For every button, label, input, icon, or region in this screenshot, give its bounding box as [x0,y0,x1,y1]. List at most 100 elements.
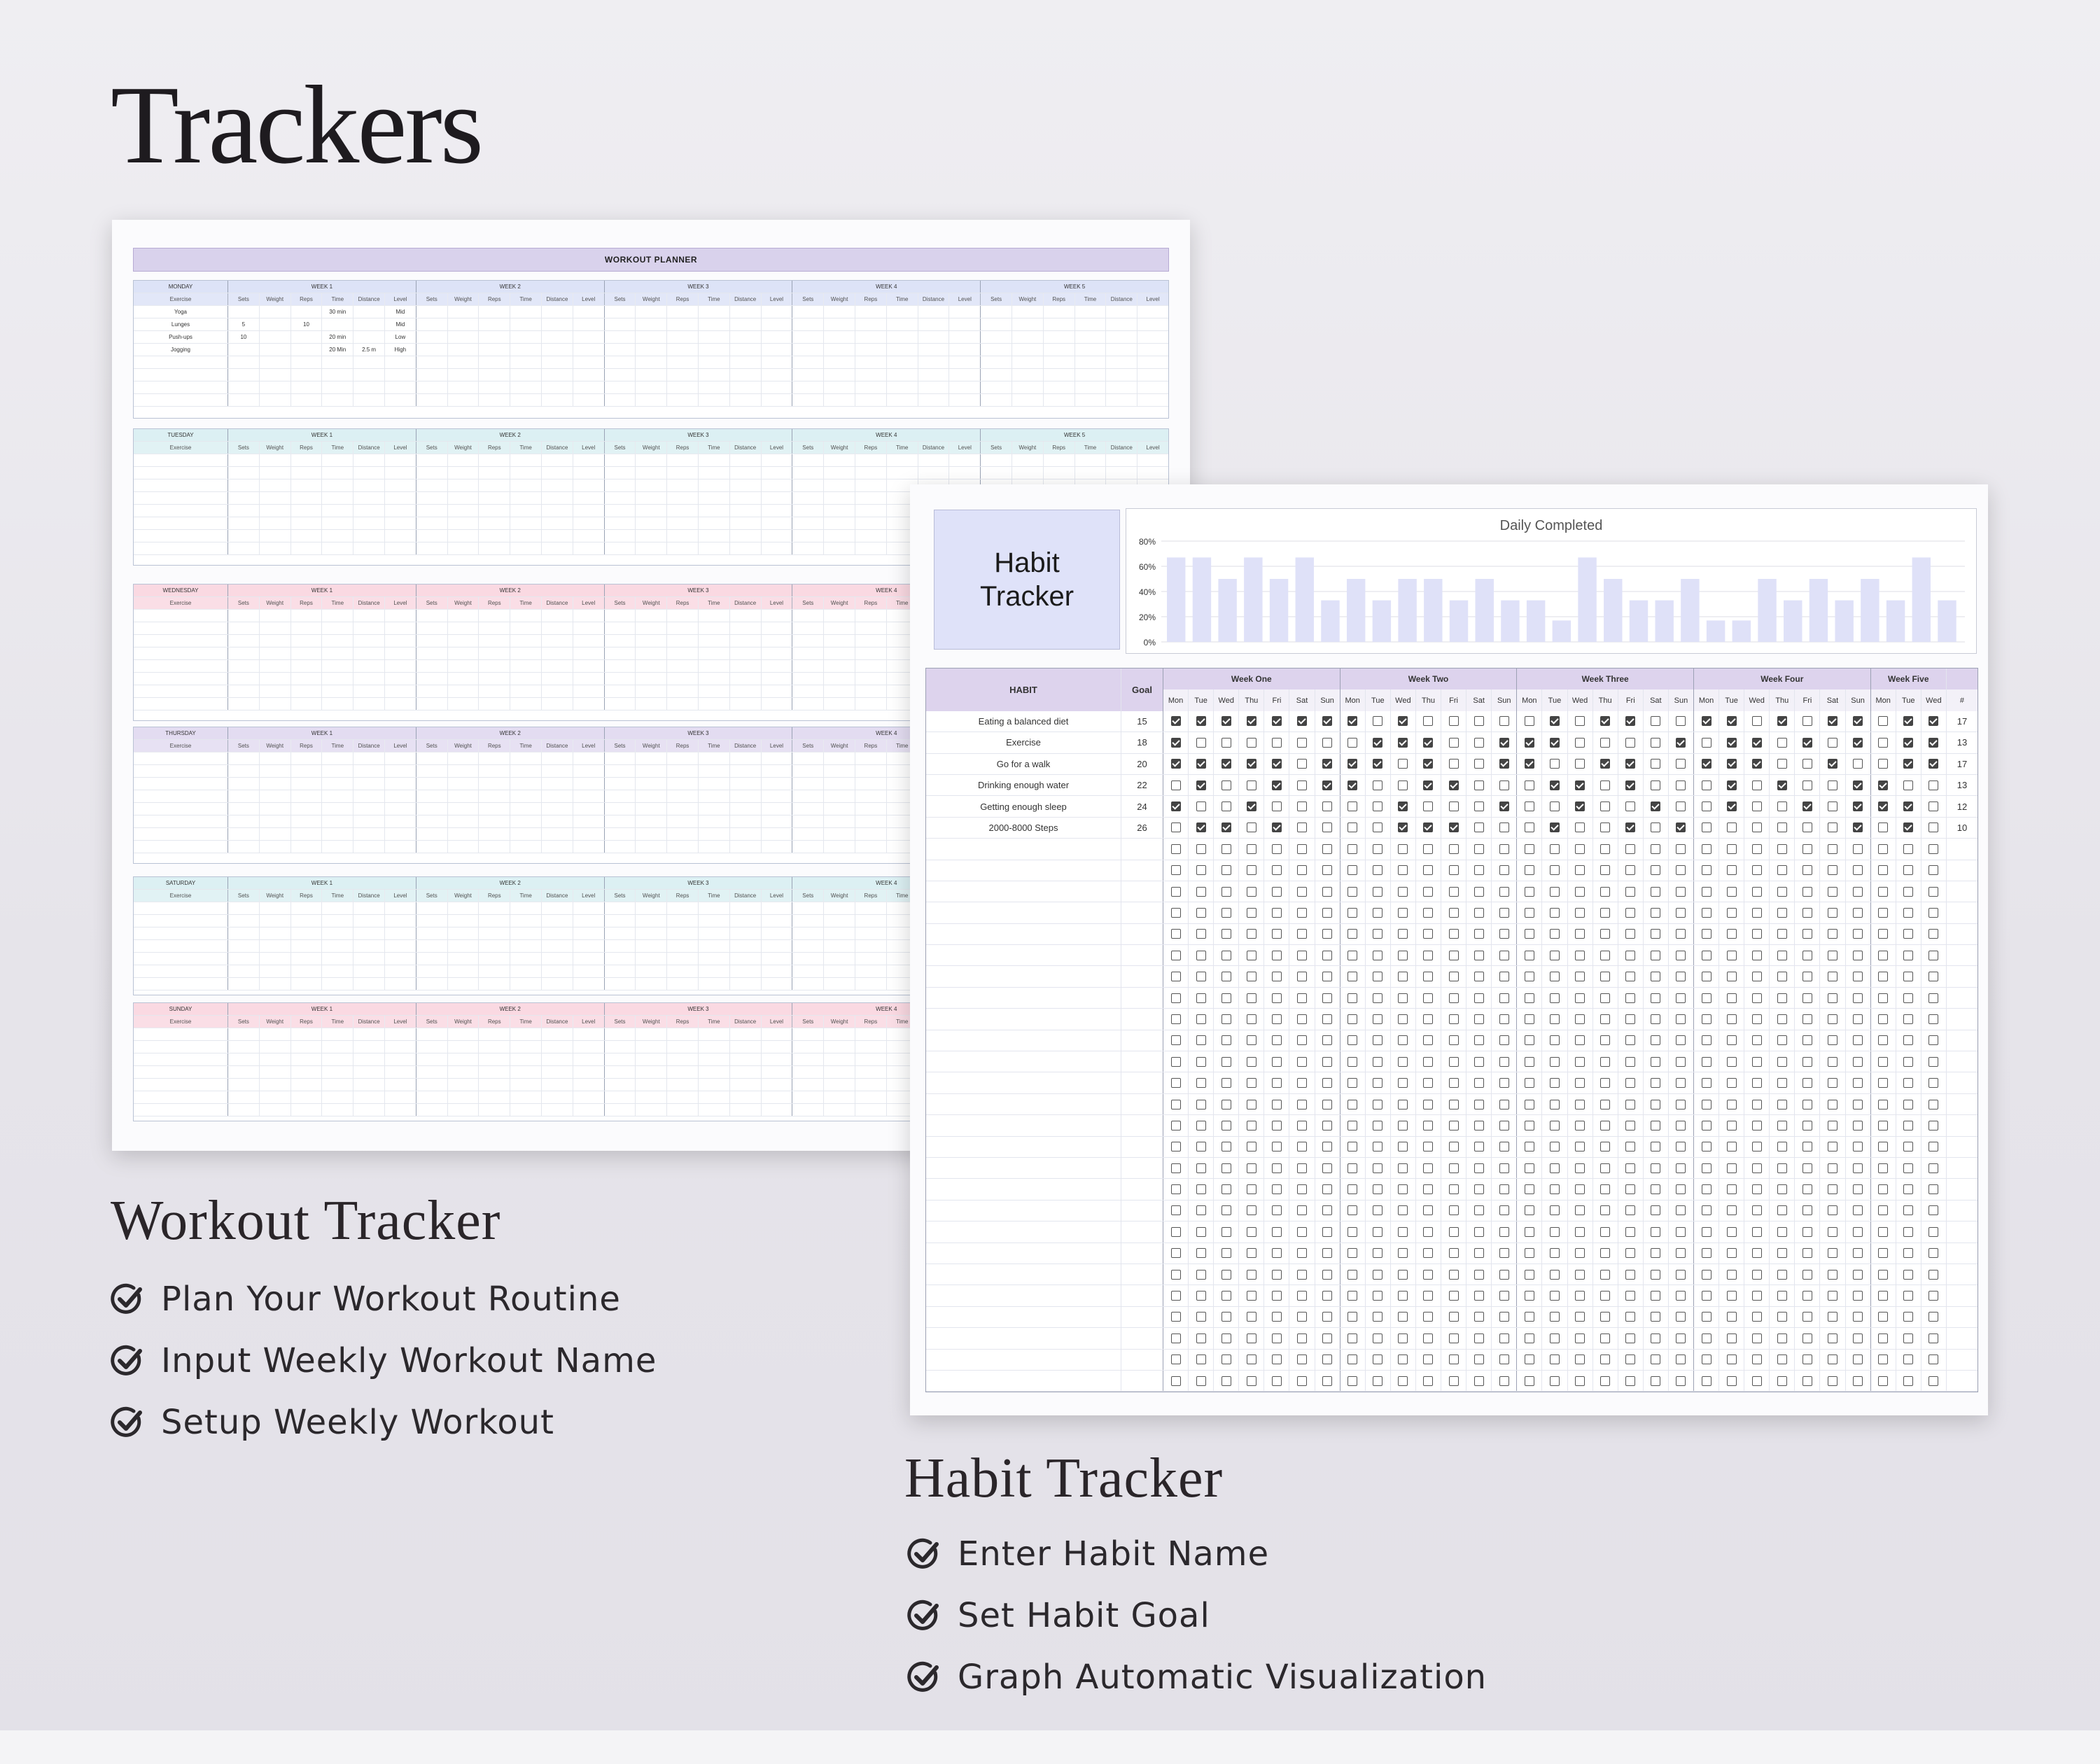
checkbox[interactable] [1398,1014,1408,1024]
exercise-cell[interactable] [447,965,479,977]
checkbox[interactable] [1246,929,1256,939]
exercise-cell[interactable] [1105,306,1137,318]
checkbox[interactable] [1575,1376,1586,1386]
checkbox[interactable] [1751,822,1762,833]
exercise-cell[interactable] [540,902,573,914]
exercise-cell[interactable] [854,505,886,517]
habit-name[interactable]: Drinking enough water [926,775,1121,795]
exercise-cell[interactable] [415,803,447,815]
exercise-cell[interactable] [321,965,353,977]
exercise-cell[interactable] [290,752,322,764]
exercise-cell[interactable] [697,517,729,529]
checkbox[interactable] [1575,802,1586,812]
checkbox[interactable] [1196,1120,1206,1130]
checkbox[interactable] [1575,865,1586,876]
checkbox[interactable] [1499,1205,1509,1216]
exercise-cell[interactable] [729,318,761,330]
habit-name[interactable] [926,1030,1121,1051]
checkbox[interactable] [1903,1312,1914,1322]
exercise-cell[interactable] [635,479,666,491]
checkbox[interactable] [1853,716,1863,727]
checkbox[interactable] [1448,1291,1459,1301]
checkbox[interactable] [1524,929,1534,939]
exercise-cell[interactable] [353,394,384,406]
checkbox[interactable] [1297,950,1308,960]
exercise-cell[interactable] [478,1104,510,1116]
checkbox[interactable] [1676,1056,1686,1067]
exercise-cell[interactable] [227,778,259,790]
checkbox[interactable] [1827,780,1837,790]
checkbox[interactable] [1802,1312,1812,1322]
checkbox[interactable] [1474,1142,1484,1152]
exercise-cell[interactable] [729,635,761,647]
checkbox[interactable] [1448,780,1459,790]
checkbox[interactable] [1373,886,1383,897]
checkbox[interactable] [1322,822,1333,833]
checkbox[interactable] [1726,1333,1737,1343]
exercise-cell[interactable] [321,1091,353,1103]
checkbox[interactable] [1726,844,1737,854]
habit-name[interactable] [926,1243,1121,1264]
exercise-cell[interactable] [510,610,541,622]
exercise-cell[interactable] [792,841,823,853]
checkbox[interactable] [1751,950,1762,960]
checkbox[interactable] [1878,716,1889,727]
exercise-cell[interactable] [540,318,573,330]
exercise-cell[interactable] [478,816,510,827]
exercise-cell[interactable] [823,318,855,330]
exercise-cell[interactable] [1074,356,1106,368]
checkbox[interactable] [1196,822,1206,833]
exercise-name[interactable] [134,1054,227,1065]
exercise-cell[interactable] [1137,318,1168,330]
checkbox[interactable] [1853,1120,1863,1130]
exercise-cell[interactable] [603,965,636,977]
exercise-cell[interactable] [384,765,416,777]
checkbox[interactable] [1928,780,1939,790]
checkbox[interactable] [1625,1312,1636,1322]
checkbox[interactable] [1878,908,1889,918]
exercise-cell[interactable] [447,344,479,356]
checkbox[interactable] [1751,802,1762,812]
exercise-cell[interactable] [510,306,541,318]
checkbox[interactable] [1777,1142,1787,1152]
checkbox[interactable] [1348,1376,1358,1386]
exercise-cell[interactable] [635,828,666,840]
exercise-cell[interactable] [792,1041,823,1053]
exercise-cell[interactable] [760,344,792,356]
exercise-cell[interactable] [321,1041,353,1053]
exercise-cell[interactable] [540,530,573,542]
checkbox[interactable] [1271,1226,1282,1237]
exercise-cell[interactable] [729,1104,761,1116]
exercise-cell[interactable] [635,492,666,504]
exercise-cell[interactable] [666,660,698,672]
checkbox[interactable] [1271,1376,1282,1386]
checkbox[interactable] [1398,929,1408,939]
exercise-cell[interactable] [290,530,322,542]
exercise-cell[interactable] [572,1104,604,1116]
exercise-cell[interactable] [948,306,980,318]
exercise-cell[interactable] [353,953,384,965]
exercise-cell[interactable] [697,915,729,927]
checkbox[interactable] [1878,759,1889,769]
exercise-cell[interactable] [823,517,855,529]
checkbox[interactable] [1474,993,1484,1003]
checkbox[interactable] [1802,1248,1812,1259]
checkbox[interactable] [1651,1163,1661,1173]
checkbox[interactable] [1246,802,1256,812]
exercise-cell[interactable] [603,622,636,634]
exercise-cell[interactable] [729,1028,761,1040]
checkbox[interactable] [1726,737,1737,748]
checkbox[interactable] [1853,993,1863,1003]
checkbox[interactable] [1751,1226,1762,1237]
checkbox[interactable] [1499,780,1509,790]
exercise-cell[interactable] [572,479,604,491]
exercise-cell[interactable] [384,673,416,685]
habit-name[interactable] [926,1115,1121,1135]
checkbox[interactable] [1777,1014,1787,1024]
exercise-cell[interactable] [666,902,698,914]
exercise-cell[interactable] [353,940,384,952]
exercise-cell[interactable] [697,940,729,952]
exercise-cell[interactable] [760,965,792,977]
exercise-cell[interactable] [760,685,792,697]
exercise-cell[interactable] [321,915,353,927]
